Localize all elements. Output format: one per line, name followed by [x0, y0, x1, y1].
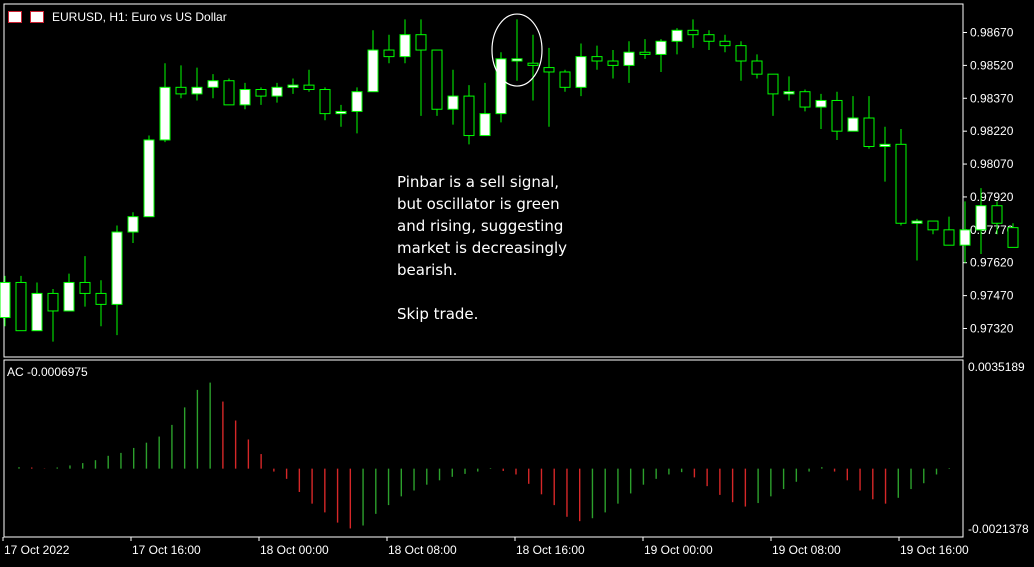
candle-body: [751, 60, 763, 75]
x-tick-label: 18 Oct 16:00: [516, 543, 585, 557]
y-tick-label: 0.97470: [970, 289, 1014, 303]
candle-body: [911, 220, 923, 224]
candle-body: [863, 117, 875, 148]
annotation-line: Pinbar is a sell signal,: [397, 173, 560, 191]
candle-body: [959, 229, 971, 246]
candle-body: [719, 40, 731, 47]
chart-menu-icon[interactable]: [8, 11, 22, 23]
oscillator-y-tick-label: -0.0021378: [968, 522, 1029, 536]
candle-body: [927, 220, 939, 231]
chart-title: EURUSD, H1: Euro vs US Dollar: [52, 10, 227, 24]
candle-body: [991, 205, 1003, 224]
candle-body: [527, 62, 539, 66]
candle-body: [463, 95, 475, 137]
y-tick-label: 0.97320: [970, 321, 1014, 335]
y-tick-label: 0.98520: [970, 58, 1014, 72]
candle-body: [271, 86, 283, 97]
candle-body: [79, 281, 91, 294]
candle-body: [879, 143, 891, 148]
y-tick-label: 0.97620: [970, 256, 1014, 270]
candle-body: [303, 84, 315, 91]
candle-body: [15, 281, 27, 332]
x-tick-label: 17 Oct 16:00: [132, 543, 201, 557]
candle-body: [0, 281, 11, 319]
candle-body: [687, 29, 699, 36]
y-tick-label: 0.98670: [970, 26, 1014, 40]
y-tick-label: 0.98070: [970, 157, 1014, 171]
candle-body: [127, 216, 139, 233]
candle-body: [975, 205, 987, 231]
y-tick-label: 0.97920: [970, 190, 1014, 204]
candle-body: [943, 229, 955, 246]
candle-body: [447, 95, 459, 110]
candle-body: [207, 80, 219, 88]
candle-body: [367, 49, 379, 93]
chart-window: 0.98670 0.98520 0.98370 0.98220 0.98070 0.979…: [0, 0, 1034, 562]
candle-body: [191, 86, 203, 95]
candle-body: [639, 51, 651, 55]
candle-body: [335, 110, 347, 115]
candle-body: [559, 71, 571, 88]
y-tick-label: 0.98220: [970, 124, 1014, 138]
candle-body: [575, 56, 587, 88]
chart-header: EURUSD, H1: Euro vs US Dollar: [8, 8, 227, 26]
candle-body: [543, 67, 555, 73]
annotation-line: [397, 281, 597, 303]
annotation-line: market is decreasingly: [397, 239, 568, 257]
candle-body: [95, 292, 107, 305]
x-tick-label: 17 Oct 2022: [4, 543, 70, 557]
candle-body: [239, 89, 251, 106]
candle-body: [655, 40, 667, 55]
candle-body: [783, 91, 795, 95]
candle-body: [847, 117, 859, 132]
annotation-text: Pinbar is a sell signal, but oscillator …: [397, 171, 597, 325]
candle-body: [1007, 227, 1019, 248]
annotation-line: Skip trade.: [397, 305, 479, 323]
candle-body: [591, 56, 603, 62]
candle-body: [31, 292, 43, 332]
annotation-line: bearish.: [397, 261, 458, 279]
candle-body: [735, 45, 747, 62]
candle-body: [63, 281, 75, 312]
candle-body: [495, 58, 507, 115]
annotation-line: but oscillator is green: [397, 195, 560, 213]
candle-body: [431, 49, 443, 110]
chart-symbol-icon[interactable]: [30, 11, 44, 23]
candle-body: [767, 73, 779, 95]
candle-body: [255, 89, 267, 97]
candle-body: [143, 139, 155, 218]
annotation-line: and rising, suggesting: [397, 217, 564, 235]
candle-body: [607, 60, 619, 66]
x-tick-label: 19 Oct 08:00: [772, 543, 841, 557]
candle-body: [671, 29, 683, 42]
candle-body: [287, 84, 299, 88]
candle-body: [399, 34, 411, 58]
candle-body: [111, 231, 123, 305]
x-tick-label: 19 Oct 16:00: [900, 543, 969, 557]
candle-body: [799, 91, 811, 108]
x-tick-label: 19 Oct 00:00: [644, 543, 713, 557]
candle-body: [175, 86, 187, 95]
candle-body: [831, 99, 843, 132]
candle-body: [319, 89, 331, 115]
x-tick-label: 18 Oct 08:00: [388, 543, 457, 557]
candle-body: [703, 34, 715, 42]
x-tick-label: 18 Oct 00:00: [260, 543, 329, 557]
candle-body: [415, 34, 427, 51]
candle-body: [479, 113, 491, 137]
candle-body: [383, 49, 395, 58]
oscillator-y-tick-label: 0.0035189: [968, 360, 1025, 374]
candle-body: [351, 91, 363, 112]
candle-body: [623, 51, 635, 66]
candle-body: [895, 143, 907, 224]
candle-body: [223, 80, 235, 106]
candle-body: [815, 99, 827, 108]
candle-body: [511, 58, 523, 62]
oscillator-panel-frame: [3, 359, 964, 538]
oscillator-label: AC -0.0006975: [7, 365, 88, 379]
candle-body: [159, 86, 171, 141]
y-tick-label: 0.98370: [970, 91, 1014, 105]
candle-body: [47, 292, 59, 312]
